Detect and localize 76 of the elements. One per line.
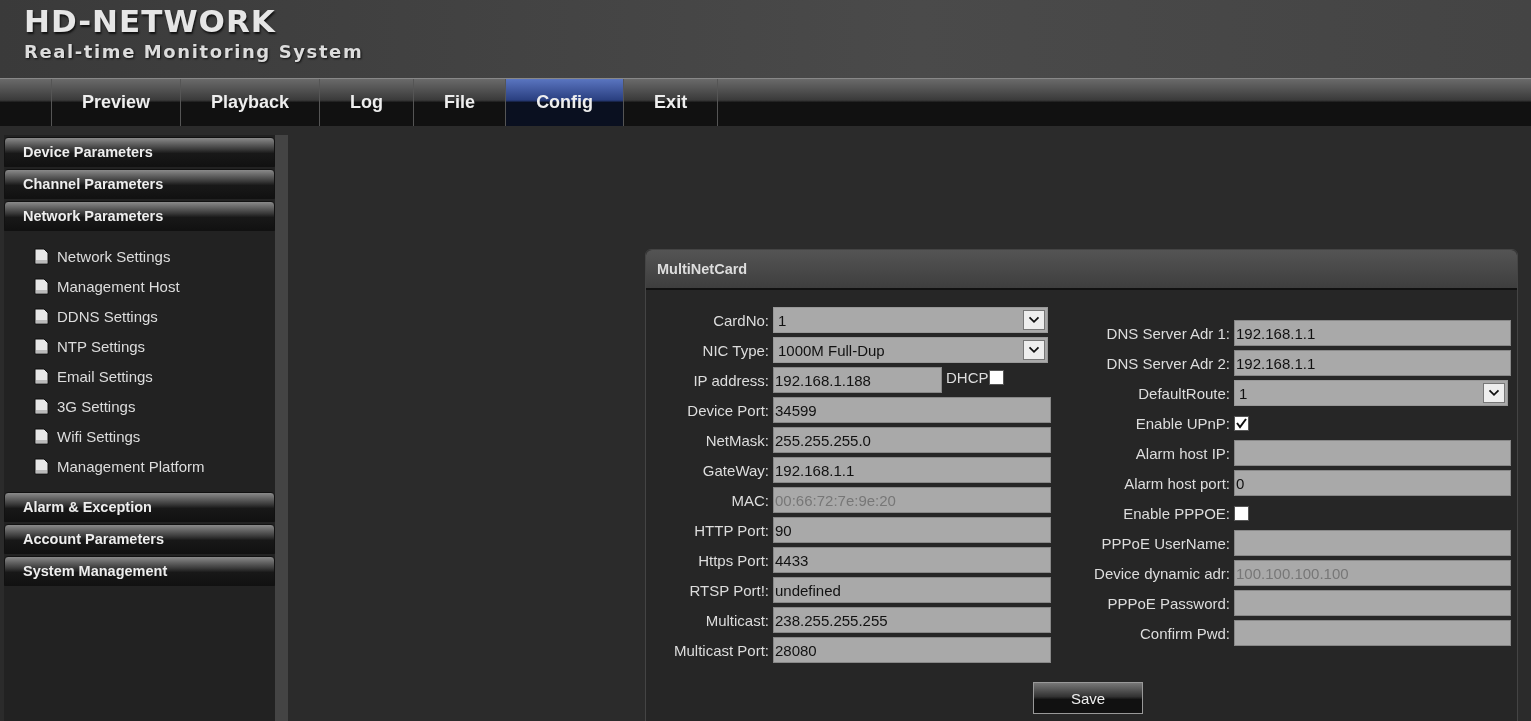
field-label: DNS Server Adr 1: — [1105, 324, 1230, 342]
checkbox[interactable] — [988, 370, 1004, 385]
chevron-down-icon — [1023, 310, 1045, 330]
input-field[interactable]: 90 — [773, 517, 1051, 543]
sidebar-item[interactable]: Network Settings — [57, 247, 171, 265]
document-icon — [34, 367, 49, 385]
field-label: MAC: — [730, 491, 769, 509]
document-icon — [34, 397, 49, 415]
field-label: Multicast: — [704, 611, 769, 629]
sidebar-item[interactable]: Management Host — [57, 277, 180, 295]
document-icon — [34, 427, 49, 445]
chevron-down-icon — [1023, 340, 1045, 360]
field-label: Device Port: — [686, 401, 769, 419]
chevron-down-icon — [1483, 383, 1505, 403]
panel-title: MultiNetCard — [646, 250, 1517, 290]
input-field[interactable]: 34599 — [773, 397, 1051, 423]
sidebar-section[interactable]: Alarm & Exception — [4, 492, 275, 522]
logo-title: HD-NETWORK — [24, 4, 276, 38]
field-label: DNS Server Adr 2: — [1105, 354, 1230, 372]
sidebar-item[interactable]: Email Settings — [57, 367, 153, 385]
checkbox[interactable] — [1234, 415, 1249, 431]
input-field[interactable]: 192.168.1.188 — [773, 367, 942, 393]
field-label: Https Port: — [697, 551, 769, 569]
document-icon — [34, 277, 49, 295]
field-label: CardNo: — [712, 311, 769, 329]
field-label: Confirm Pwd: — [1138, 624, 1230, 642]
sidebar-item[interactable]: 3G Settings — [57, 397, 136, 415]
document-icon — [34, 307, 49, 325]
sidebar-item[interactable]: DDNS Settings — [57, 307, 158, 325]
field-label: DefaultRoute: — [1137, 384, 1230, 402]
checkbox-label: DHCP — [946, 369, 989, 386]
document-icon — [34, 247, 49, 265]
field-label: IP address: — [692, 371, 769, 389]
input-field[interactable]: 4433 — [773, 547, 1051, 573]
input-field[interactable]: 192.168.1.1 — [1234, 350, 1511, 376]
sidebar-section[interactable]: Channel Parameters — [4, 169, 275, 199]
field-label: RTSP Port!: — [688, 581, 769, 599]
input-field[interactable] — [1234, 620, 1511, 646]
checkbox[interactable] — [1234, 505, 1249, 521]
input-field[interactable]: 192.168.1.1 — [773, 457, 1051, 483]
dropdown-field[interactable]: 1 — [1234, 380, 1508, 406]
document-icon — [34, 457, 49, 475]
dropdown-field[interactable]: 1000M Full-Dup — [773, 337, 1048, 363]
field-label: PPPoE UserName: — [1100, 534, 1230, 552]
dropdown-field[interactable]: 1 — [773, 307, 1048, 333]
input-field[interactable]: 238.255.255.255 — [773, 607, 1051, 633]
sidebar-item[interactable]: Wifi Settings — [57, 427, 141, 445]
input-field[interactable] — [1234, 530, 1511, 556]
field-label: NetMask: — [704, 431, 769, 449]
sidebar-section[interactable]: Network Parameters — [4, 201, 275, 231]
input-field[interactable]: 0 — [1234, 470, 1511, 496]
sidebar-section[interactable]: Account Parameters — [4, 524, 275, 554]
sidebar-item[interactable]: NTP Settings — [57, 337, 146, 355]
document-icon — [34, 337, 49, 355]
field-label: HTTP Port: — [693, 521, 769, 539]
nav-tab[interactable]: Config — [506, 79, 625, 126]
field-label: Alarm host IP: — [1134, 444, 1230, 462]
input-field[interactable] — [1234, 440, 1511, 466]
field-label: Enable UPnP: — [1134, 414, 1230, 432]
field-label: Enable PPPOE: — [1122, 504, 1230, 522]
input-field[interactable]: 28080 — [773, 637, 1051, 663]
field-label: GateWay: — [701, 461, 769, 479]
input-field[interactable]: 192.168.1.1 — [1234, 320, 1511, 346]
input-field[interactable]: 255.255.255.0 — [773, 427, 1051, 453]
field-label: Multicast Port: — [672, 641, 769, 659]
logo-subtitle: Real-time Monitoring System — [24, 40, 364, 64]
input-field[interactable]: undefined — [773, 577, 1051, 603]
save-button[interactable]: Save — [1033, 682, 1143, 714]
field-label: Alarm host port: — [1123, 474, 1230, 492]
sidebar-item[interactable]: Management Platform — [57, 457, 205, 475]
sidebar-section[interactable]: System Management — [4, 556, 275, 586]
field-label: NIC Type: — [701, 341, 769, 359]
field-label: PPPoE Password: — [1106, 594, 1230, 612]
sidebar-section[interactable]: Device Parameters — [4, 137, 275, 167]
field-label: Device dynamic adr: — [1093, 564, 1230, 582]
input-field[interactable] — [1234, 590, 1511, 616]
